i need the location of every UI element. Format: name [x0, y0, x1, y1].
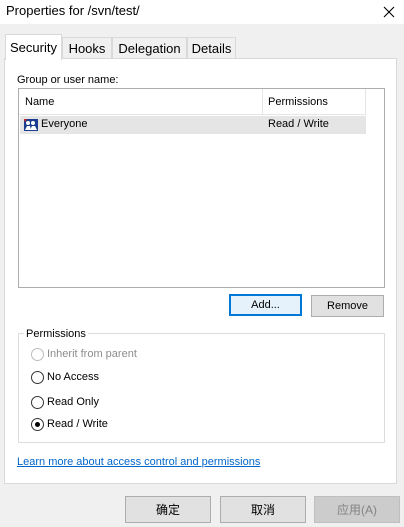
- tab-hooks[interactable]: Hooks: [62, 37, 112, 58]
- radio-read-only[interactable]: Read Only: [31, 394, 99, 410]
- list-item[interactable]: Everyone Read / Write: [20, 116, 366, 134]
- radio-read-write[interactable]: Read / Write: [31, 416, 108, 432]
- radio-no-access[interactable]: No Access: [31, 369, 99, 385]
- cancel-button-label: 取消: [250, 503, 275, 517]
- tab-hooks-label: Hooks: [68, 40, 106, 56]
- cancel-button[interactable]: 取消: [220, 496, 306, 523]
- remove-button[interactable]: Remove: [311, 295, 384, 317]
- window-title: Properties for /svn/test/: [6, 3, 140, 18]
- group-or-user-label: Group or user name:: [17, 74, 119, 86]
- users-list[interactable]: Name Permissions Everyone Read / Write: [18, 88, 385, 288]
- add-button[interactable]: Add...: [229, 294, 302, 316]
- title-bar: Properties for /svn/test/: [0, 0, 404, 24]
- radio-inherit-label: Inherit from parent: [47, 348, 137, 360]
- tab-delegation-label: Delegation: [118, 40, 181, 56]
- column-header-name[interactable]: Name: [25, 96, 54, 108]
- add-button-label: Add...: [251, 299, 280, 311]
- radio-no-access-label: No Access: [47, 371, 99, 383]
- radio-circle: [31, 395, 44, 409]
- remove-button-label: Remove: [327, 300, 368, 312]
- column-header-permissions[interactable]: Permissions: [268, 96, 328, 108]
- permissions-group-title: Permissions: [24, 328, 88, 340]
- list-item-name: Everyone: [41, 118, 88, 130]
- radio-read-write-label: Read / Write: [47, 418, 108, 430]
- apply-button[interactable]: 应用(A): [314, 496, 400, 523]
- column-divider[interactable]: [262, 89, 263, 115]
- users-group-icon: [24, 119, 38, 131]
- tab-security-label: Security: [10, 40, 57, 55]
- ok-button[interactable]: 确定: [125, 496, 211, 523]
- tab-details[interactable]: Details: [187, 37, 236, 58]
- learn-more-link[interactable]: Learn more about access control and perm…: [17, 456, 260, 468]
- apply-button-label: 应用(A): [337, 503, 377, 517]
- list-item-permission: Read / Write: [268, 118, 329, 130]
- tab-details-label: Details: [191, 40, 232, 56]
- radio-inherit-from-parent[interactable]: Inherit from parent: [31, 346, 137, 362]
- radio-circle: [31, 370, 44, 384]
- radio-circle: [31, 347, 44, 361]
- radio-read-only-label: Read Only: [47, 396, 99, 408]
- tab-security[interactable]: Security: [5, 34, 62, 60]
- tab-delegation[interactable]: Delegation: [112, 37, 187, 58]
- close-button[interactable]: [374, 0, 404, 24]
- radio-circle-checked: [31, 417, 44, 431]
- column-divider-end[interactable]: [365, 89, 366, 115]
- close-icon: [383, 6, 395, 18]
- ok-button-label: 确定: [155, 503, 180, 517]
- list-header: Name Permissions: [19, 89, 366, 115]
